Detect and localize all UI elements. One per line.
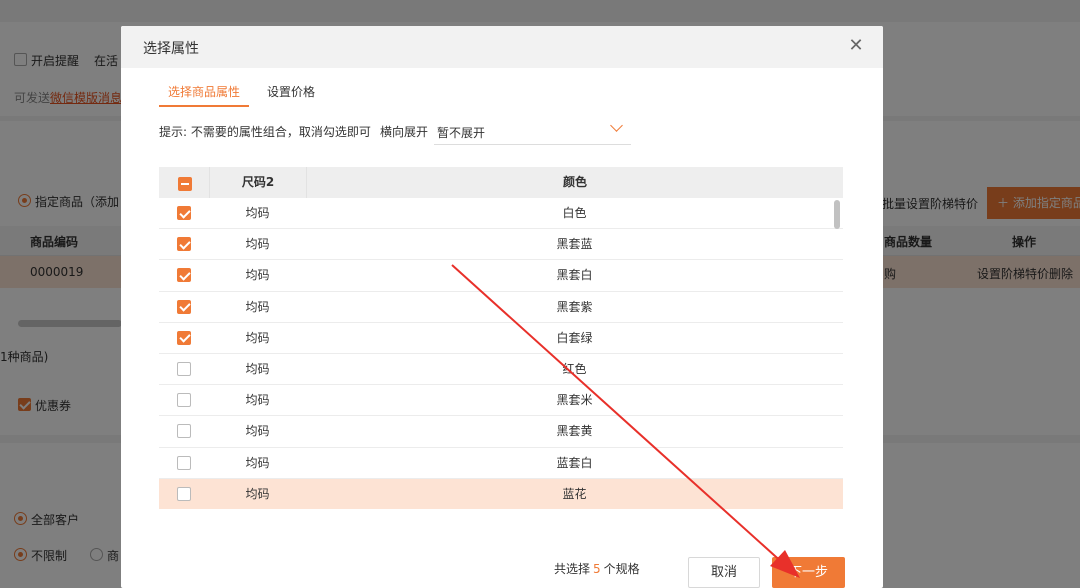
table-header: 尺码2 颜色 [159, 167, 843, 198]
size-cell: 均码 [245, 486, 270, 501]
header-checkbox-cell [159, 167, 209, 198]
expand-label: 横向展开 [380, 125, 429, 139]
column-header-size: 尺码2 [209, 167, 306, 198]
color-cell: 黑套紫 [556, 299, 593, 314]
table-row[interactable]: 均码 蓝花 [159, 478, 843, 509]
size-cell: 均码 [245, 330, 270, 345]
tab-select-attributes[interactable]: 选择商品属性 [159, 83, 249, 107]
row-checkbox-cell [159, 229, 209, 260]
color-cell: 蓝花 [562, 486, 587, 501]
row-checkbox[interactable] [177, 237, 191, 252]
row-checkbox-cell [159, 416, 209, 447]
summary-suffix: 个规格 [603, 562, 640, 576]
hint-text: 提示: 不需要的属性组合，取消勾选即可 [159, 125, 371, 139]
close-icon[interactable]: ✕ [847, 37, 865, 55]
color-cell: 黑套米 [556, 393, 593, 408]
color-cell: 红色 [562, 361, 587, 376]
row-checkbox-cell [159, 323, 209, 354]
color-cell: 蓝套白 [556, 455, 593, 470]
next-step-button[interactable]: 下一步 [772, 557, 845, 588]
table-body: 均码 白色 均码 黑套蓝 均码 黑套白 均码 黑套紫 均码 白套绿 均码 红色 均码 黑套米 均码 黑套黄 均码… [159, 198, 843, 509]
table-row[interactable]: 均码 黑套紫 [159, 292, 843, 323]
row-checkbox[interactable] [177, 361, 191, 376]
row-checkbox-cell [159, 448, 209, 479]
size-cell: 均码 [245, 206, 270, 220]
summary-prefix: 共选择 [554, 562, 591, 576]
row-checkbox-cell [159, 354, 209, 385]
select-attributes-dialog: 选择属性 ✕ 选择商品属性 设置价格 提示: 不需要的属性组合，取消勾选即可 横… [121, 26, 883, 588]
table-row[interactable]: 均码 红色 [159, 354, 843, 386]
size-cell: 均码 [245, 424, 270, 439]
color-cell: 白套绿 [556, 330, 593, 345]
row-checkbox[interactable] [177, 268, 191, 283]
row-checkbox[interactable] [177, 393, 191, 408]
selection-summary: 共选择 5 个规格 [554, 560, 640, 577]
size-cell: 均码 [245, 268, 270, 283]
color-cell: 黑套黄 [556, 424, 593, 439]
table-row[interactable]: 均码 黑套蓝 [159, 229, 843, 261]
tab-set-price[interactable]: 设置价格 [267, 83, 315, 107]
size-cell: 均码 [245, 455, 270, 470]
dialog-title: 选择属性 [143, 41, 199, 57]
row-checkbox[interactable] [177, 206, 191, 220]
color-cell: 黑套蓝 [556, 237, 593, 252]
table-row[interactable]: 均码 黑套黄 [159, 416, 843, 448]
vertical-scrollbar[interactable] [834, 200, 840, 229]
row-checkbox[interactable] [177, 424, 191, 439]
table-row[interactable]: 均码 白套绿 [159, 323, 843, 354]
table-row[interactable]: 均码 白色 [159, 198, 843, 230]
size-cell: 均码 [245, 393, 270, 408]
table-row[interactable]: 均码 黑套米 [159, 385, 843, 417]
expand-select[interactable]: 暂不展开 [434, 115, 631, 145]
table-row[interactable]: 均码 黑套白 [159, 260, 843, 292]
color-cell: 白色 [562, 206, 587, 220]
row-checkbox[interactable] [177, 486, 191, 501]
row-checkbox[interactable] [177, 299, 191, 314]
dialog-header: 选择属性 ✕ [121, 26, 883, 68]
color-cell: 黑套白 [556, 268, 593, 283]
row-checkbox[interactable] [177, 455, 191, 470]
row-checkbox-cell [159, 198, 209, 229]
size-cell: 均码 [245, 237, 270, 252]
expand-value: 暂不展开 [437, 126, 486, 140]
row-checkbox[interactable] [177, 330, 191, 345]
size-cell: 均码 [245, 299, 270, 314]
summary-count: 5 [593, 562, 601, 576]
column-header-color: 颜色 [306, 167, 843, 198]
table-row[interactable]: 均码 蓝套白 [159, 448, 843, 479]
size-cell: 均码 [245, 361, 270, 376]
select-all-checkbox[interactable] [178, 177, 192, 191]
row-checkbox-cell [159, 385, 209, 416]
cancel-button[interactable]: 取消 [688, 557, 760, 588]
attribute-table: 尺码2 颜色 均码 白色 均码 黑套蓝 均码 黑套白 均码 黑套紫 均码 白套绿 均码 红色 均码 黑套米… [159, 167, 843, 509]
row-checkbox-cell [159, 479, 209, 509]
chevron-down-icon [610, 119, 623, 132]
row-checkbox-cell [159, 292, 209, 323]
row-checkbox-cell [159, 260, 209, 291]
